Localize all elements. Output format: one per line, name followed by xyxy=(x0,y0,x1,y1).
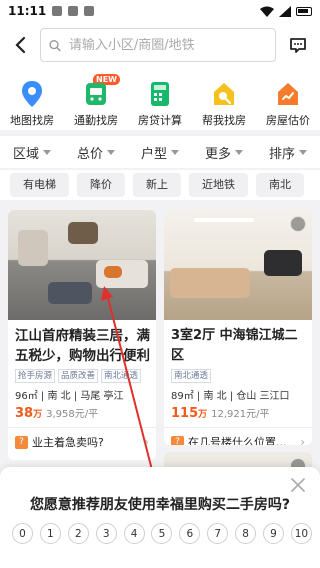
ask-question-button[interactable]: ? 在几号楼什么位置... › xyxy=(164,428,312,445)
score-option[interactable]: 8 xyxy=(235,523,257,544)
survey-scale: 0 1 2 3 4 5 6 7 8 9 10 xyxy=(12,523,312,544)
quick-action-help-find[interactable]: 帮我找房 xyxy=(193,80,255,130)
search-input[interactable] xyxy=(68,37,267,53)
back-button[interactable] xyxy=(10,33,30,57)
filter-layout[interactable]: 户型 xyxy=(141,143,179,162)
question-icon: ? xyxy=(15,435,28,449)
quick-action-label: 帮我找房 xyxy=(202,114,246,127)
score-option[interactable]: 5 xyxy=(151,523,173,544)
score-option[interactable]: 6 xyxy=(179,523,201,544)
quick-action-valuation[interactable]: 房屋估价 xyxy=(257,80,319,130)
caret-down-icon xyxy=(107,149,115,155)
quick-action-label: 房屋估价 xyxy=(266,114,310,127)
chevron-right-icon: › xyxy=(300,435,305,445)
quick-action-label: 地图找房 xyxy=(10,114,54,127)
caret-down-icon xyxy=(235,149,243,155)
caret-down-icon xyxy=(299,149,307,155)
quick-tags: 有电梯 降价 新上 近地铁 南北 xyxy=(0,170,320,200)
listing-chip: 品质改善 xyxy=(58,369,99,383)
listing-chip: 南北通透 xyxy=(171,369,212,383)
message-button[interactable] xyxy=(286,33,310,57)
back-arrow-icon xyxy=(15,36,26,54)
filter-label: 户型 xyxy=(140,146,167,162)
listing-price: 115万 xyxy=(171,406,208,421)
quick-action-mortgage[interactable]: 房贷计算 xyxy=(129,80,191,130)
listing-title: 江山首府精装三居，满五税少，购物出行便利 xyxy=(15,328,150,364)
caret-down-icon xyxy=(171,149,179,155)
filter-label: 总价 xyxy=(76,146,103,162)
calculator-icon xyxy=(146,80,174,108)
chevron-right-icon: › xyxy=(144,435,149,449)
listing-chip: 抢手房源 xyxy=(15,369,56,383)
quick-action-commute[interactable]: NEW 通勤找房 xyxy=(65,74,127,130)
map-pin-icon xyxy=(18,80,46,108)
house-search-icon xyxy=(210,80,238,108)
listing-card[interactable]: 3室2厅 中海锦江城二区 南北通透 89㎡ | 南 北 | 仓山 三江口 115… xyxy=(164,210,312,445)
filter-bar: 区域 总价 户型 更多 排序 xyxy=(0,136,320,168)
close-icon[interactable] xyxy=(290,477,306,493)
filter-area[interactable]: 区域 xyxy=(13,143,51,162)
filter-label: 更多 xyxy=(204,146,231,162)
search-box[interactable] xyxy=(40,28,276,62)
notification-icon xyxy=(68,6,79,16)
ask-question-label: 业主着急卖吗? xyxy=(32,436,104,449)
battery-icon xyxy=(296,6,312,16)
tag-north-south[interactable]: 南北 xyxy=(256,173,304,197)
notification-icon xyxy=(52,6,63,16)
filter-price[interactable]: 总价 xyxy=(77,143,115,162)
search-icon xyxy=(49,39,61,51)
listing-photo xyxy=(8,210,156,320)
vr-icon[interactable] xyxy=(290,216,306,232)
tag-near-subway[interactable]: 近地铁 xyxy=(189,173,248,197)
listing-photo xyxy=(164,210,312,320)
score-option[interactable]: 4 xyxy=(123,523,145,544)
filter-label: 区域 xyxy=(12,146,39,162)
quick-action-map[interactable]: 地图找房 xyxy=(1,80,63,130)
signal-icon xyxy=(279,5,291,17)
quick-action-label: 房贷计算 xyxy=(138,114,182,127)
house-value-icon xyxy=(274,80,302,108)
listing-card[interactable]: 江山首府精装三居，满五税少，购物出行便利 抢手房源 品质改善 南北通透 96㎡ … xyxy=(8,210,156,460)
message-icon xyxy=(290,37,306,53)
listing-chip: 南北通透 xyxy=(101,369,142,383)
listing-meta: 96㎡ | 南 北 | 马尾 亭江 xyxy=(15,391,124,402)
quick-actions: 地图找房 NEW 通勤找房 房贷计算 帮我找房 房屋估价 xyxy=(0,68,320,130)
ask-question-label: 在几号楼什么位置... xyxy=(188,436,287,445)
ask-question-button[interactable]: ? 业主着急卖吗? › xyxy=(8,428,156,456)
tag-price-drop[interactable]: 降价 xyxy=(77,173,125,197)
listing-title: 3室2厅 中海锦江城二区 xyxy=(171,328,298,363)
listing-unit-price: 3,958元/平 xyxy=(46,409,99,420)
commute-icon xyxy=(82,80,110,108)
notification-icon xyxy=(84,6,95,16)
header xyxy=(0,22,320,68)
status-time: 11:11 xyxy=(8,4,47,18)
filter-sort[interactable]: 排序 xyxy=(269,143,307,162)
listing-price: 38万 xyxy=(15,406,43,421)
score-option[interactable]: 10 xyxy=(290,523,312,544)
filter-more[interactable]: 更多 xyxy=(205,143,243,162)
caret-down-icon xyxy=(43,149,51,155)
score-option[interactable]: 7 xyxy=(207,523,229,544)
question-icon: ? xyxy=(171,435,184,445)
listing-meta: 89㎡ | 南 北 | 仓山 三江口 xyxy=(171,391,290,402)
survey-panel: 您愿意推荐朋友使用幸福里购买二手房吗? 0 1 2 3 4 5 6 7 8 9 … xyxy=(0,467,320,568)
listing-unit-price: 12,921元/平 xyxy=(211,409,270,420)
survey-question: 您愿意推荐朋友使用幸福里购买二手房吗? xyxy=(29,497,291,513)
score-option[interactable]: 1 xyxy=(39,523,61,544)
tag-elevator[interactable]: 有电梯 xyxy=(10,173,69,197)
status-bar: 11:11 xyxy=(0,0,320,22)
score-option[interactable]: 2 xyxy=(67,523,89,544)
filter-label: 排序 xyxy=(268,146,295,162)
score-option[interactable]: 9 xyxy=(263,523,285,544)
wifi-icon xyxy=(260,6,274,17)
tag-new[interactable]: 新上 xyxy=(133,173,181,197)
score-option[interactable]: 3 xyxy=(95,523,117,544)
score-option[interactable]: 0 xyxy=(12,523,33,544)
quick-action-label: 通勤找房 xyxy=(74,114,118,127)
